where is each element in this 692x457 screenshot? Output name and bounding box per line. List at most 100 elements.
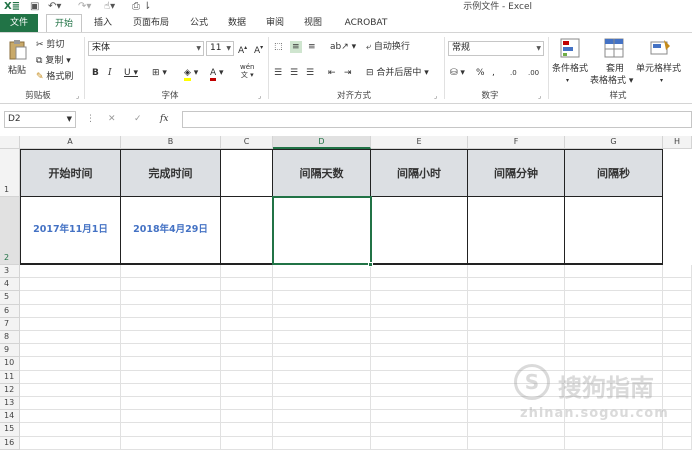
cell-e16[interactable] — [371, 436, 468, 450]
italic-icon[interactable]: I — [108, 67, 112, 79]
decrease-indent-icon[interactable]: ⇤ — [328, 67, 336, 79]
row-header-4[interactable]: 4 — [0, 278, 20, 292]
column-header-f[interactable]: F — [468, 136, 565, 149]
cell-c1[interactable] — [221, 149, 273, 197]
cell-b11[interactable] — [121, 370, 221, 384]
tab-review[interactable]: 审阅 — [260, 14, 290, 32]
more-options-icon[interactable]: ⋮ — [86, 113, 95, 125]
column-header-b[interactable]: B — [121, 136, 221, 149]
format-as-table-label-2[interactable]: 表格格式 ▾ — [590, 75, 633, 87]
cell-styles-icon[interactable] — [650, 38, 674, 60]
row-header-10[interactable]: 10 — [0, 357, 20, 371]
cell-g6[interactable] — [565, 304, 663, 318]
row-header-6[interactable]: 6 — [0, 304, 20, 318]
align-middle-icon[interactable]: ≡ — [290, 41, 302, 53]
cell-f2[interactable] — [468, 197, 565, 265]
cancel-icon[interactable]: ✕ — [108, 113, 116, 125]
tab-home[interactable]: 开始 — [46, 14, 82, 32]
cell-d10[interactable] — [273, 357, 371, 371]
cell-a13[interactable] — [20, 397, 121, 411]
cell-h5[interactable] — [663, 291, 692, 305]
increase-indent-icon[interactable]: ⇥ — [344, 67, 352, 79]
cell-e6[interactable] — [371, 304, 468, 318]
tab-file[interactable]: 文件 — [0, 14, 38, 32]
cell-d9[interactable] — [273, 344, 371, 358]
paste-icon[interactable] — [8, 39, 32, 61]
cell-e2[interactable] — [371, 197, 468, 265]
bold-icon[interactable]: B — [92, 67, 99, 79]
number-launcher-icon[interactable]: ⌟ — [538, 92, 541, 100]
comma-style-icon[interactable]: , — [492, 67, 495, 79]
merge-center-button[interactable]: ⊟ 合并后居中 ▾ — [366, 67, 429, 79]
cell-b16[interactable] — [121, 436, 221, 450]
underline-icon[interactable]: U ▾ — [124, 67, 138, 79]
cell-c2[interactable] — [221, 197, 273, 265]
fill-handle[interactable] — [368, 262, 373, 267]
cell-f4[interactable] — [468, 278, 565, 292]
insert-function-icon[interactable]: fx — [160, 113, 168, 125]
cell-b5[interactable] — [121, 291, 221, 305]
wrap-text-button[interactable]: ⤶ 自动换行 — [366, 41, 410, 53]
cell-c16[interactable] — [221, 436, 273, 450]
decrease-font-size-icon[interactable]: A▾ — [254, 42, 263, 57]
cell-g3[interactable] — [565, 265, 663, 279]
phonetic-guide-icon[interactable]: wén 文 ▾ — [240, 63, 254, 79]
cell-a2[interactable]: 2017年11月1日 — [20, 197, 121, 265]
cell-d7[interactable] — [273, 317, 371, 331]
align-left-icon[interactable]: ☰ — [274, 67, 282, 79]
cell-a15[interactable] — [20, 423, 121, 437]
align-right-icon[interactable]: ☰ — [306, 67, 314, 79]
conditional-formatting-icon[interactable] — [560, 38, 584, 60]
cell-a1[interactable]: 开始时间 — [20, 149, 121, 197]
tab-page-layout[interactable]: 页面布局 — [126, 14, 176, 32]
accounting-format-icon[interactable]: ⛁ ▾ — [450, 67, 465, 79]
cut-button[interactable]: ✂ 剪切 — [36, 39, 64, 51]
cell-c3[interactable] — [221, 265, 273, 279]
decrease-decimal-icon[interactable]: .00 — [528, 67, 539, 79]
cell-a8[interactable] — [20, 331, 121, 345]
cell-a7[interactable] — [20, 317, 121, 331]
cell-c8[interactable] — [221, 331, 273, 345]
cell-a14[interactable] — [20, 410, 121, 424]
cell-b3[interactable] — [121, 265, 221, 279]
cell-d5[interactable] — [273, 291, 371, 305]
cell-b2[interactable]: 2018年4月29日 — [121, 197, 221, 265]
cell-g4[interactable] — [565, 278, 663, 292]
tab-insert[interactable]: 插入 — [88, 14, 118, 32]
font-name-select[interactable]: 宋体 ▼ — [88, 41, 204, 56]
cell-e14[interactable] — [371, 410, 468, 424]
fill-color-icon[interactable]: ◈ ▾ — [184, 67, 198, 81]
format-as-table-label-1[interactable]: 套用 — [606, 63, 624, 75]
cell-b9[interactable] — [121, 344, 221, 358]
column-header-a[interactable]: A — [20, 136, 121, 149]
cell-f5[interactable] — [468, 291, 565, 305]
row-header-12[interactable]: 12 — [0, 383, 20, 397]
cell-f1[interactable]: 间隔分钟 — [468, 149, 565, 197]
format-painter-button[interactable]: ✎ 格式刷 — [36, 71, 73, 83]
cell-c14[interactable] — [221, 410, 273, 424]
cell-a12[interactable] — [20, 383, 121, 397]
conditional-formatting-button[interactable]: 条件格式 — [552, 63, 588, 75]
alignment-launcher-icon[interactable]: ⌟ — [434, 92, 437, 100]
cell-a16[interactable] — [20, 436, 121, 450]
paste-button[interactable]: 粘贴 — [8, 65, 26, 77]
row-header-3[interactable]: 3 — [0, 265, 20, 279]
cell-h9[interactable] — [663, 344, 692, 358]
cell-d6[interactable] — [273, 304, 371, 318]
cell-g9[interactable] — [565, 344, 663, 358]
cell-h4[interactable] — [663, 278, 692, 292]
cell-h16[interactable] — [663, 436, 692, 450]
clipboard-launcher-icon[interactable]: ⌟ — [76, 92, 79, 100]
select-all-corner[interactable] — [0, 136, 20, 149]
cell-d11[interactable] — [273, 370, 371, 384]
tab-formulas[interactable]: 公式 — [184, 14, 214, 32]
cell-d1[interactable]: 间隔天数 — [273, 149, 371, 197]
cell-e7[interactable] — [371, 317, 468, 331]
cell-d15[interactable] — [273, 423, 371, 437]
row-header-7[interactable]: 7 — [0, 317, 20, 331]
font-color-icon[interactable]: A ▾ — [210, 67, 224, 81]
cell-a11[interactable] — [20, 370, 121, 384]
row-header-11[interactable]: 11 — [0, 370, 20, 384]
cell-b8[interactable] — [121, 331, 221, 345]
cell-c7[interactable] — [221, 317, 273, 331]
